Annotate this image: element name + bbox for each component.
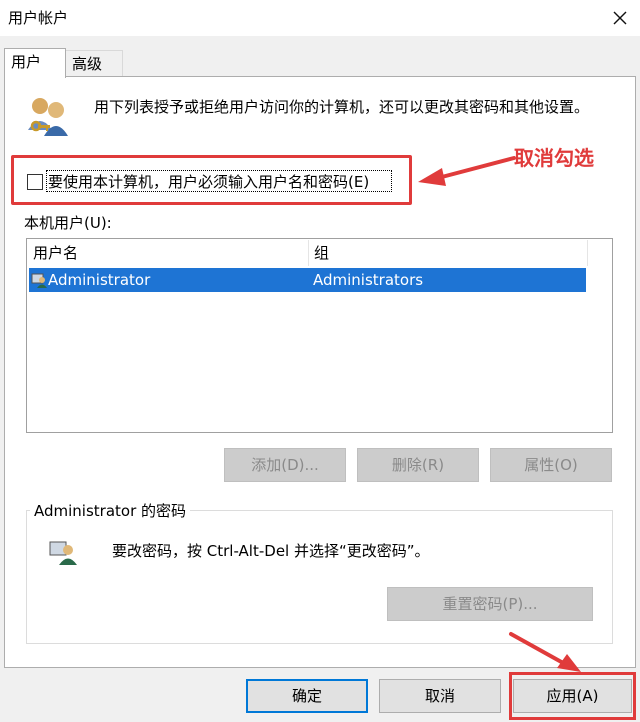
annotation-text: 取消勾选 — [514, 146, 594, 170]
column-header-group[interactable]: 组 — [314, 240, 594, 266]
column-header-username[interactable]: 用户名 — [33, 240, 305, 266]
title-bar — [0, 0, 640, 36]
column-separator — [587, 240, 588, 266]
description-text: 用下列表授予或拒绝用户访问你的计算机，还可以更改其密码和其他设置。 — [94, 98, 590, 116]
column-separator — [308, 240, 309, 266]
password-groupbox — [26, 510, 613, 644]
cell-username: Administrator — [48, 271, 151, 289]
close-icon[interactable] — [606, 4, 634, 32]
cancel-button[interactable]: 取消 — [379, 679, 501, 713]
users-icon — [28, 98, 68, 136]
remove-user-button[interactable]: 删除(R) — [357, 448, 479, 482]
ok-button[interactable]: 确定 — [246, 679, 368, 713]
users-list-label: 本机用户(U): — [24, 214, 112, 232]
password-group-title: Administrator 的密码 — [30, 500, 191, 521]
annotation-arrow-icon — [418, 156, 516, 186]
tab-advanced[interactable]: 高级 — [65, 50, 123, 76]
window-title: 用户帐户 — [8, 9, 69, 27]
properties-button[interactable]: 属性(O) — [490, 448, 612, 482]
tab-users[interactable]: 用户 — [4, 48, 66, 78]
annotation-arrow-icon-apply — [509, 632, 581, 672]
add-user-button[interactable]: 添加(D)... — [224, 448, 346, 482]
password-instruction-text: 要改密码，按 Ctrl-Alt-Del 并选择“更改密码”。 — [112, 542, 430, 560]
annotation-highlight-box — [11, 155, 412, 205]
annotation-highlight-box-apply — [509, 672, 636, 720]
user-row-icon — [31, 273, 47, 288]
reset-password-button[interactable]: 重置密码(P)... — [387, 587, 593, 621]
cell-group: Administrators — [313, 271, 424, 289]
user-key-icon — [49, 541, 77, 565]
